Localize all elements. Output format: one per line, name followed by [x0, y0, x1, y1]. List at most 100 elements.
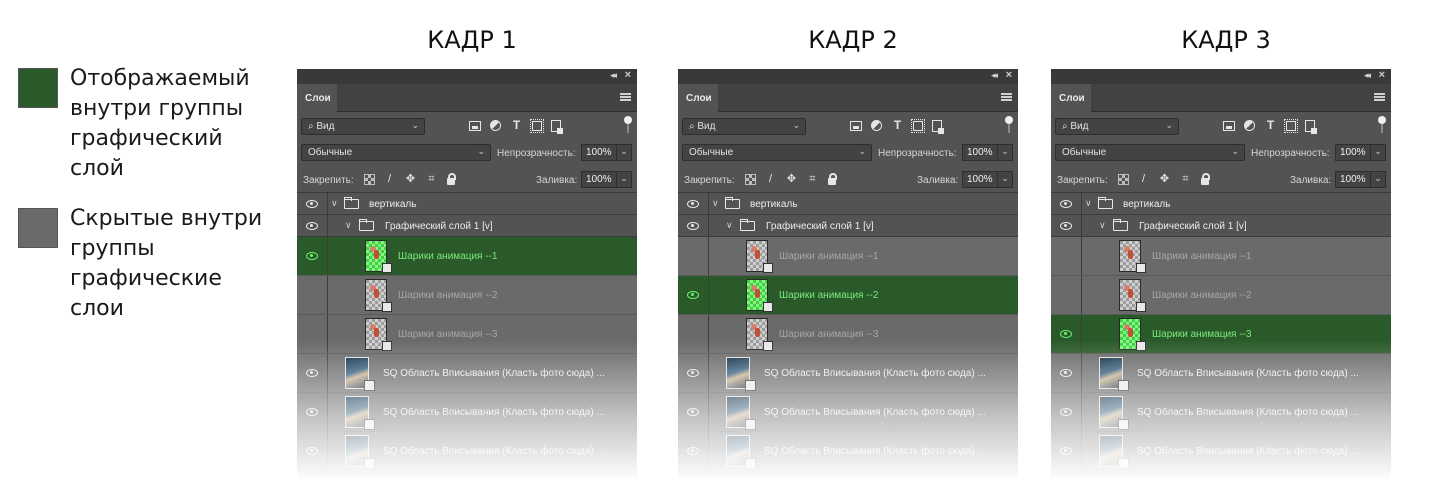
visibility-cell[interactable]	[297, 315, 328, 353]
double-chevron-left-icon[interactable]: ◂◂	[610, 70, 617, 81]
opacity-chevron-icon[interactable]: ⌄	[1370, 144, 1386, 161]
eye-icon[interactable]	[687, 221, 699, 230]
opacity-chevron-icon[interactable]: ⌄	[616, 144, 632, 161]
opacity-chevron-icon[interactable]: ⌄	[997, 144, 1013, 161]
layer-row-anim-1[interactable]: Шарики анимация --1	[678, 237, 1018, 276]
filter-toggle[interactable]	[624, 116, 632, 133]
tab-layers[interactable]: Слои	[678, 84, 718, 112]
blend-mode-select[interactable]: Обычные ⌄	[301, 144, 491, 161]
visibility-cell[interactable]	[678, 432, 709, 470]
visibility-cell[interactable]	[1051, 354, 1082, 392]
fill-chevron-icon[interactable]: ⌄	[997, 171, 1013, 188]
visibility-cell[interactable]	[678, 193, 709, 214]
close-icon[interactable]: ×	[1379, 69, 1385, 81]
lock-image-pixels-icon[interactable]: /	[383, 173, 396, 186]
lock-position-icon[interactable]: ✥	[785, 173, 798, 186]
chevron-down-icon[interactable]: ∨	[331, 198, 338, 209]
visibility-cell[interactable]	[1051, 315, 1082, 353]
blend-mode-select[interactable]: Обычные ⌄	[682, 144, 872, 161]
close-icon[interactable]: ×	[625, 69, 631, 81]
visibility-cell[interactable]	[297, 432, 328, 470]
chevron-down-icon[interactable]: ∨	[345, 220, 352, 231]
close-icon[interactable]: ×	[1006, 69, 1012, 81]
eye-icon[interactable]	[687, 291, 699, 299]
image-filter-icon[interactable]	[1223, 121, 1235, 131]
visibility-cell[interactable]	[678, 354, 709, 392]
lock-transparent-pixels-icon[interactable]	[364, 174, 375, 185]
adjustment-filter-icon[interactable]	[871, 120, 882, 131]
eye-icon[interactable]	[306, 408, 318, 416]
type-filter-icon[interactable]: T	[891, 119, 904, 132]
eye-icon[interactable]	[1060, 330, 1072, 338]
layer-row-anim-2[interactable]: Шарики анимация --2	[1051, 276, 1391, 315]
layer-row-anim-1[interactable]: Шарики анимация --1	[297, 237, 637, 276]
type-filter-icon[interactable]: T	[510, 119, 523, 132]
image-filter-icon[interactable]	[850, 121, 862, 131]
double-chevron-left-icon[interactable]: ◂◂	[991, 70, 998, 81]
fill-input[interactable]: 100%	[581, 171, 617, 188]
opacity-input[interactable]: 100%	[581, 144, 617, 161]
hamburger-menu-icon[interactable]	[1374, 93, 1385, 101]
layer-row-photo-1[interactable]: SQ Область Вписывания (Класть фото сюда)…	[678, 354, 1018, 393]
layer-row-photo-3[interactable]: SQ Область Вписывания (Класть фото сюда)…	[1051, 432, 1391, 471]
eye-icon[interactable]	[1060, 408, 1072, 416]
lock-artboard-icon[interactable]: ⌗	[425, 173, 438, 186]
chevron-down-icon[interactable]: ∨	[1099, 220, 1106, 231]
layer-row-anim-3[interactable]: Шарики анимация --3	[678, 315, 1018, 354]
layer-subgroup-row[interactable]: ∨ Графический слой 1 [v]	[678, 215, 1018, 237]
eye-icon[interactable]	[687, 369, 699, 377]
visibility-cell[interactable]	[678, 237, 709, 275]
visibility-cell[interactable]	[297, 193, 328, 214]
eye-icon[interactable]	[1060, 447, 1072, 455]
layer-subgroup-row[interactable]: ∨ Графический слой 1 [v]	[1051, 215, 1391, 237]
lock-image-pixels-icon[interactable]: /	[1137, 173, 1150, 186]
smart-object-filter-icon[interactable]	[551, 120, 563, 134]
layer-filter-select[interactable]: ⌕ Вид ⌄	[301, 118, 425, 135]
lock-transparent-pixels-icon[interactable]	[745, 174, 756, 185]
eye-icon[interactable]	[306, 199, 318, 208]
visibility-cell[interactable]	[297, 354, 328, 392]
lock-position-icon[interactable]: ✥	[404, 173, 417, 186]
visibility-cell[interactable]	[1051, 237, 1082, 275]
type-filter-icon[interactable]: T	[1264, 119, 1277, 132]
tab-layers[interactable]: Слои	[1051, 84, 1091, 112]
lock-image-pixels-icon[interactable]: /	[764, 173, 777, 186]
filter-toggle[interactable]	[1005, 116, 1013, 133]
fill-chevron-icon[interactable]: ⌄	[1370, 171, 1386, 188]
layer-row-photo-1[interactable]: SQ Область Вписывания (Класть фото сюда)…	[1051, 354, 1391, 393]
shape-filter-icon[interactable]	[911, 119, 925, 133]
visibility-cell[interactable]	[297, 215, 328, 236]
blend-mode-select[interactable]: Обычные ⌄	[1055, 144, 1245, 161]
layer-row-photo-2[interactable]: SQ Область Вписывания (Класть фото сюда)…	[678, 393, 1018, 432]
lock-artboard-icon[interactable]: ⌗	[806, 173, 819, 186]
layer-filter-select[interactable]: ⌕ Вид ⌄	[682, 118, 806, 135]
eye-icon[interactable]	[306, 252, 318, 260]
layer-group-row[interactable]: ∨ вертикаль	[678, 193, 1018, 215]
chevron-down-icon[interactable]: ∨	[726, 220, 733, 231]
layer-row-photo-2[interactable]: SQ Область Вписывания (Класть фото сюда)…	[1051, 393, 1391, 432]
double-chevron-left-icon[interactable]: ◂◂	[1364, 70, 1371, 81]
visibility-cell[interactable]	[297, 393, 328, 431]
eye-icon[interactable]	[306, 447, 318, 455]
visibility-cell[interactable]	[1051, 215, 1082, 236]
chevron-down-icon[interactable]: ∨	[1085, 198, 1092, 209]
eye-icon[interactable]	[306, 369, 318, 377]
lock-icon[interactable]	[1200, 173, 1210, 185]
visibility-cell[interactable]	[678, 215, 709, 236]
layer-row-anim-2[interactable]: Шарики анимация --2	[678, 276, 1018, 315]
visibility-cell[interactable]	[1051, 276, 1082, 314]
eye-icon[interactable]	[1060, 221, 1072, 230]
eye-icon[interactable]	[687, 199, 699, 208]
visibility-cell[interactable]	[1051, 393, 1082, 431]
eye-icon[interactable]	[1060, 199, 1072, 208]
layer-group-row[interactable]: ∨ вертикаль	[297, 193, 637, 215]
lock-position-icon[interactable]: ✥	[1158, 173, 1171, 186]
layer-subgroup-row[interactable]: ∨ Графический слой 1 [v]	[297, 215, 637, 237]
smart-object-filter-icon[interactable]	[1305, 120, 1317, 134]
visibility-cell[interactable]	[1051, 193, 1082, 214]
lock-transparent-pixels-icon[interactable]	[1118, 174, 1129, 185]
opacity-input[interactable]: 100%	[1335, 144, 1371, 161]
layer-row-photo-2[interactable]: SQ Область Вписывания (Класть фото сюда)…	[297, 393, 637, 432]
layer-row-anim-2[interactable]: Шарики анимация --2	[297, 276, 637, 315]
adjustment-filter-icon[interactable]	[490, 120, 501, 131]
